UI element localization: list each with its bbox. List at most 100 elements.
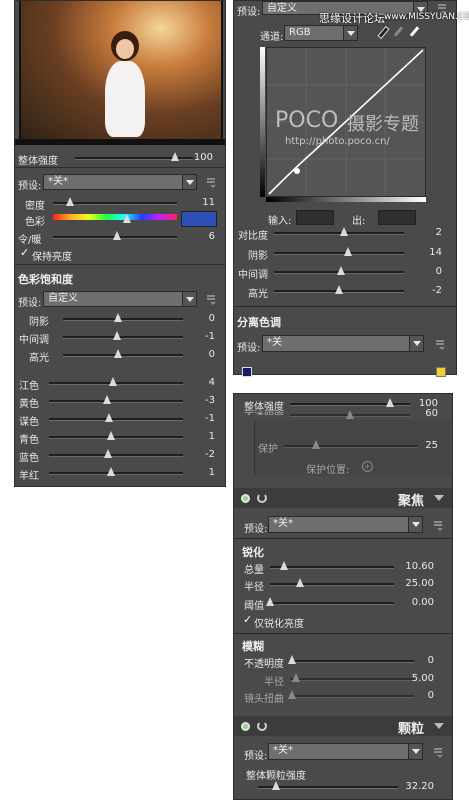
panel-menu-icon[interactable] bbox=[434, 747, 444, 758]
sharpen-slider-track[interactable] bbox=[270, 602, 394, 605]
reset-icon[interactable] bbox=[257, 493, 267, 503]
preset2-select[interactable]: *关* bbox=[268, 743, 423, 760]
blur-slider-thumb[interactable] bbox=[288, 690, 296, 699]
tone-value: 0 bbox=[208, 349, 215, 360]
tone-slider-track[interactable] bbox=[63, 354, 183, 357]
color-row: 江色 4 bbox=[15, 377, 225, 393]
highlight-color-swatch[interactable] bbox=[436, 367, 446, 377]
checkmark-icon[interactable]: ✓ bbox=[20, 246, 29, 259]
adjust-slider-track[interactable] bbox=[274, 252, 404, 255]
target-icon[interactable]: + bbox=[362, 461, 373, 472]
opacity-slider-thumb[interactable] bbox=[346, 410, 354, 419]
tone-slider-track[interactable] bbox=[63, 336, 183, 339]
sharpen-slider-track[interactable] bbox=[270, 583, 394, 586]
adjust-slider-thumb[interactable] bbox=[335, 285, 343, 294]
warmcool-label: 令/暖 bbox=[18, 235, 42, 246]
adjust-slider-track[interactable] bbox=[274, 232, 404, 235]
gray-eyedropper-icon[interactable] bbox=[393, 26, 404, 37]
collapse-icon[interactable] bbox=[434, 495, 444, 501]
black-eyedropper-icon[interactable] bbox=[377, 25, 390, 40]
poco-tagline: 摄影专题 bbox=[347, 114, 419, 135]
blur-slider-track[interactable] bbox=[290, 695, 414, 698]
output-label: 出: bbox=[352, 216, 366, 227]
color-slider-thumb[interactable] bbox=[107, 467, 115, 476]
sharpen-label: 阈值 bbox=[244, 601, 264, 612]
white-eyedropper-icon[interactable] bbox=[409, 26, 420, 37]
adjust-slider-thumb[interactable] bbox=[344, 247, 352, 256]
panel-menu-icon[interactable] bbox=[207, 294, 217, 305]
blur-slider-thumb[interactable] bbox=[292, 673, 300, 682]
divider bbox=[234, 306, 456, 307]
tone-slider-thumb[interactable] bbox=[114, 349, 122, 358]
enable-toggle-icon[interactable] bbox=[241, 722, 250, 731]
girl-figure bbox=[103, 31, 147, 137]
channel-select[interactable]: RGB bbox=[284, 25, 358, 41]
color-slider-track[interactable] bbox=[49, 472, 183, 475]
preset-select[interactable]: *关* bbox=[43, 174, 197, 190]
blur-slider-track[interactable] bbox=[290, 678, 414, 681]
focus-header[interactable]: 聚焦 bbox=[234, 488, 452, 509]
color-slider-track[interactable] bbox=[49, 418, 183, 421]
density-label: 密度 bbox=[25, 201, 45, 212]
blur-value: 0 bbox=[427, 690, 434, 701]
panel-menu-icon[interactable] bbox=[436, 339, 446, 350]
density-slider-thumb[interactable] bbox=[66, 197, 74, 206]
adjust-slider-thumb[interactable] bbox=[340, 227, 348, 236]
reset-icon[interactable] bbox=[257, 721, 267, 731]
strength-slider-thumb[interactable] bbox=[386, 398, 394, 407]
preset2-select[interactable]: 自定义 bbox=[43, 291, 197, 307]
color-row-label: 青色 bbox=[19, 435, 39, 446]
checkmark-icon[interactable]: ✓ bbox=[243, 613, 252, 626]
grain-slider-thumb[interactable] bbox=[272, 781, 280, 790]
focus-grain-panel: 整体强度 100 不透明度 60 保护 25 保护位置: + 聚焦 预设: *关… bbox=[233, 393, 453, 800]
sharpen-slider-thumb[interactable] bbox=[296, 578, 304, 587]
preserve-luminance-label: 保持亮度 bbox=[32, 252, 72, 263]
sharpen-slider-thumb[interactable] bbox=[280, 561, 288, 570]
curve-graph[interactable]: POCO 摄影专题 http://photo.poco.cn/ bbox=[266, 47, 426, 197]
blur-slider-thumb[interactable] bbox=[288, 655, 296, 664]
grain-title: 颗粒 bbox=[398, 722, 425, 737]
color-slider-thumb[interactable] bbox=[107, 431, 115, 440]
color-swatch[interactable] bbox=[181, 211, 217, 227]
preset-select[interactable]: *关* bbox=[268, 516, 423, 533]
output-field[interactable] bbox=[378, 210, 416, 225]
tone-slider-thumb[interactable] bbox=[113, 331, 121, 340]
preset2-select[interactable]: *关 bbox=[262, 335, 424, 352]
color-slider-track[interactable] bbox=[49, 454, 183, 457]
tone-slider-track[interactable] bbox=[63, 318, 183, 321]
tone-row: 中间调 -1 bbox=[15, 331, 225, 347]
protect-slider-track[interactable] bbox=[284, 445, 418, 448]
adjust-row: 高光 -2 bbox=[234, 285, 456, 301]
shadow-color-swatch[interactable] bbox=[242, 367, 252, 377]
tone-value: 0 bbox=[208, 313, 215, 324]
protect-slider-thumb[interactable] bbox=[312, 440, 320, 449]
enable-toggle-icon[interactable] bbox=[241, 494, 250, 503]
grain-header[interactable]: 颗粒 bbox=[234, 716, 452, 737]
color-row-value: -3 bbox=[205, 395, 215, 406]
sharpen-luminance-label: 仅锐化亮度 bbox=[254, 619, 304, 630]
blur-slider-track[interactable] bbox=[290, 660, 414, 663]
color-slider-thumb[interactable] bbox=[104, 449, 112, 458]
adjust-label: 高光 bbox=[248, 289, 268, 300]
adjust-value: 2 bbox=[435, 227, 442, 238]
strength-slider-thumb[interactable] bbox=[171, 152, 179, 161]
color-slider-track[interactable] bbox=[49, 400, 183, 403]
panel-menu-icon[interactable] bbox=[207, 177, 217, 188]
grain-strength-value: 32.20 bbox=[405, 781, 434, 792]
color-slider-thumb[interactable] bbox=[103, 395, 111, 404]
panel-menu-icon[interactable] bbox=[434, 520, 444, 531]
color-slider-track[interactable] bbox=[49, 436, 183, 439]
hue-spectrum-slider[interactable] bbox=[53, 214, 177, 220]
color-slider-thumb[interactable] bbox=[105, 413, 113, 422]
tone-slider-thumb[interactable] bbox=[114, 313, 122, 322]
sharpen-slider-track[interactable] bbox=[270, 566, 394, 569]
collapse-icon[interactable] bbox=[434, 723, 444, 729]
warmcool-slider-thumb[interactable] bbox=[113, 231, 121, 240]
warmcool-value: 6 bbox=[208, 231, 215, 242]
adjust-slider-thumb[interactable] bbox=[337, 266, 345, 275]
input-field[interactable] bbox=[296, 210, 334, 225]
color-slider-thumb[interactable] bbox=[109, 377, 117, 386]
hue-slider-thumb[interactable] bbox=[123, 214, 131, 223]
adjust-row: 中间调 0 bbox=[234, 266, 456, 282]
sharpen-slider-thumb[interactable] bbox=[266, 597, 274, 606]
